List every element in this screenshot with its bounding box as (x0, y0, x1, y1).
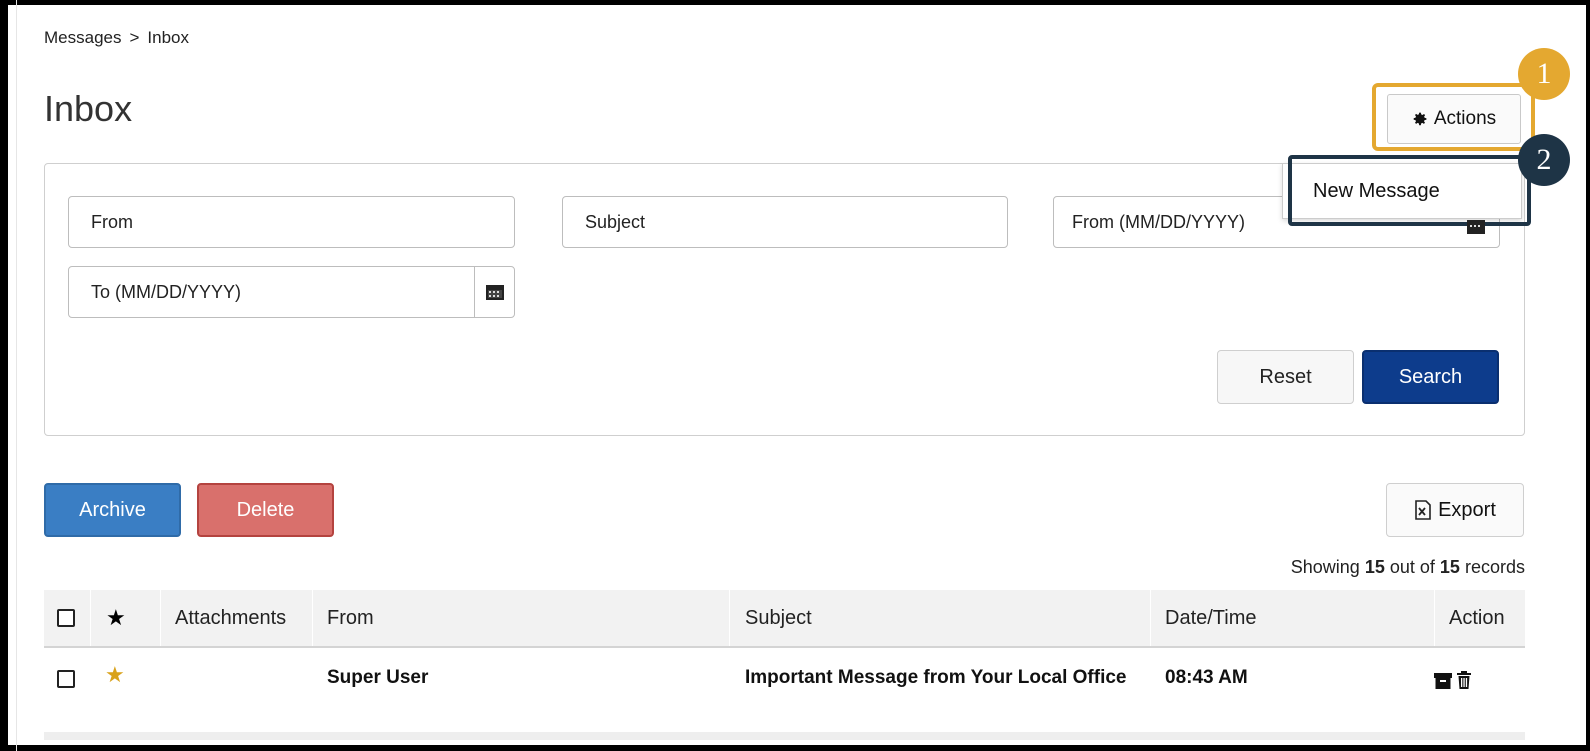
header-from[interactable]: From (327, 590, 374, 646)
left-sidebar-edge (16, 0, 17, 751)
archive-icon[interactable] (1434, 670, 1452, 690)
callout-2-badge: 2 (1518, 134, 1570, 186)
row-from: Super User (327, 667, 429, 688)
date-to-field[interactable]: To (MM/DD/YYYY) (68, 266, 515, 318)
breadcrumb-inbox: Inbox (147, 28, 190, 47)
delete-button[interactable]: Delete (197, 483, 334, 537)
records-prefix: Showing (1290, 557, 1360, 577)
trash-icon[interactable] (1456, 670, 1472, 690)
records-count: Showing 15 out of 15 records (1150, 557, 1525, 578)
header-attachments[interactable]: Attachments (175, 590, 286, 646)
page-title: Inbox (44, 88, 133, 129)
records-suffix: records (1464, 557, 1525, 577)
row-datetime: 08:43 AM (1165, 667, 1248, 688)
callout-1-highlight (1372, 83, 1535, 151)
header-action: Action (1449, 606, 1505, 629)
callout-1-badge: 1 (1518, 48, 1570, 100)
breadcrumb: Messages > Inbox (44, 28, 189, 48)
row-subject[interactable]: Important Message from Your Local Office (745, 665, 1135, 691)
breadcrumb-messages[interactable]: Messages (44, 28, 121, 48)
from-input[interactable] (68, 196, 515, 248)
records-middle: out of (1389, 557, 1435, 577)
table-row[interactable]: ★ Super User Important Message from Your… (44, 648, 1525, 738)
date-from-calendar-icon[interactable] (1466, 220, 1486, 234)
export-button[interactable]: Export (1386, 483, 1524, 537)
export-label: Export (1438, 498, 1496, 521)
breadcrumb-separator: > (129, 28, 140, 47)
date-from-placeholder: From (MM/DD/YYYY) (1072, 211, 1245, 232)
subject-input[interactable] (562, 196, 1008, 248)
row-divider (44, 732, 1525, 740)
star-column-header: ★ (106, 590, 126, 646)
table-header: ★ Attachments From Subject Date/Time Act… (44, 590, 1525, 648)
records-total: 15 (1439, 557, 1460, 577)
header-subject[interactable]: Subject (745, 590, 812, 646)
archive-button[interactable]: Archive (44, 483, 181, 537)
row-action-icons (1434, 670, 1472, 690)
callout-2-highlight (1288, 155, 1531, 226)
reset-button[interactable]: Reset (1217, 350, 1354, 404)
select-all-checkbox[interactable] (57, 609, 75, 627)
header-datetime[interactable]: Date/Time (1165, 590, 1257, 646)
star-icon: ★ (106, 605, 126, 630)
select-all-checkbox-cell[interactable] (57, 590, 75, 646)
search-button[interactable]: Search (1362, 350, 1499, 404)
date-to-placeholder: To (MM/DD/YYYY) (91, 281, 242, 302)
starred-icon[interactable]: ★ (105, 662, 125, 688)
row-checkbox-cell[interactable] (57, 670, 75, 688)
excel-file-icon (1414, 500, 1432, 520)
calendar-icon[interactable] (474, 266, 515, 318)
records-shown: 15 (1364, 557, 1385, 577)
row-checkbox[interactable] (57, 670, 75, 688)
